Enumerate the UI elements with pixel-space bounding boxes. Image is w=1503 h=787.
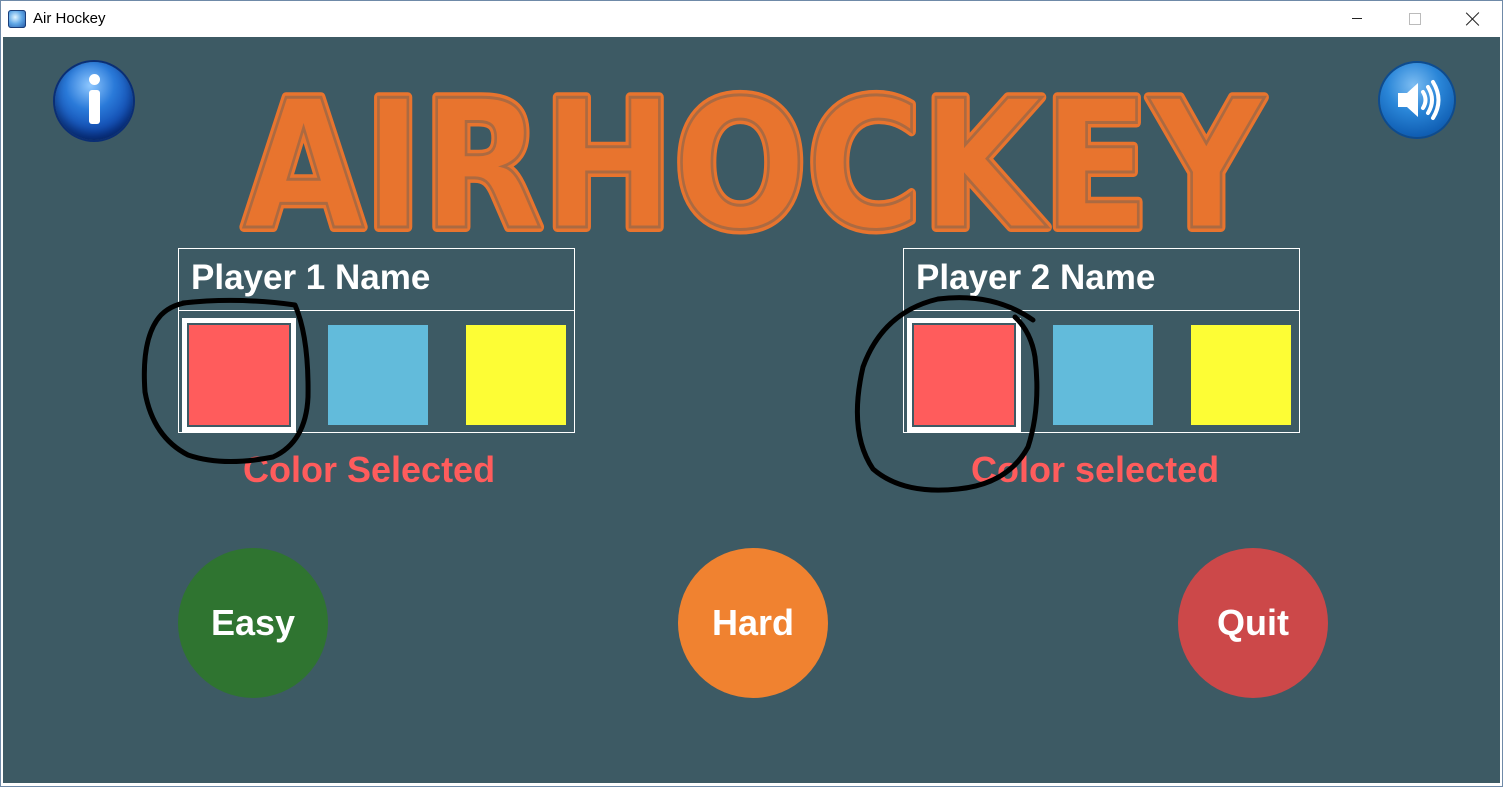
player-2-panel: Player 2 Name xyxy=(903,248,1300,433)
player-2-swatch-yellow[interactable] xyxy=(1191,325,1291,425)
player-1-swatch-blue[interactable] xyxy=(328,325,428,425)
app-icon xyxy=(8,10,26,28)
sound-button[interactable] xyxy=(1380,63,1454,137)
hard-button-label: Hard xyxy=(711,602,795,643)
player-2-name-field[interactable]: Player 2 Name xyxy=(904,249,1299,311)
info-icon-stem xyxy=(89,90,100,124)
app-window: Air Hockey AIRHOCKEY AIRHOCKEY Player 1 … xyxy=(0,0,1503,787)
title-bar[interactable]: Air Hockey xyxy=(1,1,1502,36)
player-1-panel: Player 1 Name xyxy=(178,248,575,433)
window-title: Air Hockey xyxy=(33,10,106,27)
player-1-status: Color Selected xyxy=(243,449,496,490)
speaker-icon xyxy=(1398,80,1441,120)
player-1-name-field[interactable]: Player 1 Name xyxy=(179,249,574,311)
logo-text-shade: AIRHOCKEY xyxy=(243,77,1265,247)
maximize-button[interactable] xyxy=(1386,1,1444,36)
easy-button[interactable]: Easy xyxy=(178,548,328,698)
info-button[interactable] xyxy=(55,62,133,140)
player-1-swatch-red[interactable] xyxy=(189,325,289,425)
easy-button-label: Easy xyxy=(210,602,296,643)
minimize-button[interactable] xyxy=(1328,1,1386,36)
close-button[interactable] xyxy=(1444,1,1502,36)
info-icon xyxy=(89,74,100,85)
hard-button[interactable]: Hard xyxy=(678,548,828,698)
close-icon xyxy=(1466,12,1480,26)
player-2-swatch-red[interactable] xyxy=(914,325,1014,425)
player-2-swatch-blue[interactable] xyxy=(1053,325,1153,425)
game-logo: AIRHOCKEY AIRHOCKEY xyxy=(238,77,1270,247)
quit-button-label: Quit xyxy=(1217,602,1289,643)
quit-button[interactable]: Quit xyxy=(1178,548,1328,698)
player-1-swatch-yellow[interactable] xyxy=(466,325,566,425)
minimize-icon xyxy=(1352,18,1362,19)
game-canvas: AIRHOCKEY AIRHOCKEY Player 1 Name Color … xyxy=(3,37,1500,783)
maximize-icon xyxy=(1409,12,1421,25)
player-2-status: Color selected xyxy=(971,449,1220,490)
